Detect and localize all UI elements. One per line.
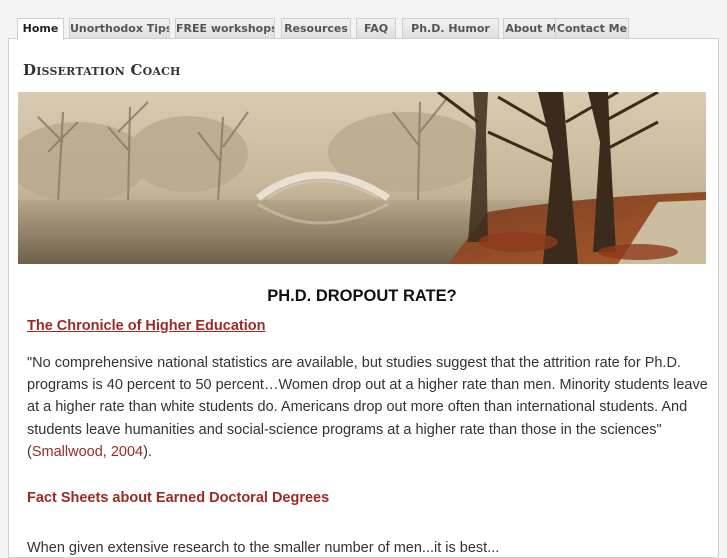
page-heading: PH.D. DROPOUT RATE? bbox=[267, 287, 457, 305]
chronicle-link[interactable]: The Chronicle of Higher Education bbox=[27, 318, 265, 334]
tab-free-workshops[interactable]: FREE workshops bbox=[175, 18, 275, 39]
citation-link[interactable]: Smallwood, 2004 bbox=[32, 444, 143, 460]
tab-faq[interactable]: FAQ bbox=[356, 18, 396, 39]
misty-lake-illustration bbox=[18, 92, 706, 264]
site-title[interactable]: Dissertation Coach bbox=[23, 61, 181, 79]
content-panel: Dissertation Coach PH.D. DROPOUT RATE? T… bbox=[8, 38, 719, 558]
banner-image bbox=[18, 92, 706, 264]
tab-contact-me[interactable]: Contact Me bbox=[555, 18, 629, 39]
cutoff-text: When given extensive research to the sma… bbox=[27, 540, 500, 556]
tab-unorthodox-tips[interactable]: Unorthodox Tips bbox=[69, 18, 170, 39]
tab-home[interactable]: Home bbox=[17, 18, 64, 40]
quote-paragraph: "No comprehensive national statistics ar… bbox=[27, 352, 715, 463]
quote-end: ). bbox=[143, 443, 152, 460]
tab-phd-humor[interactable]: Ph.D. Humor bbox=[402, 18, 499, 39]
tab-resources[interactable]: Resources bbox=[281, 18, 351, 39]
fact-sheets-heading: Fact Sheets about Earned Doctoral Degree… bbox=[27, 490, 330, 506]
